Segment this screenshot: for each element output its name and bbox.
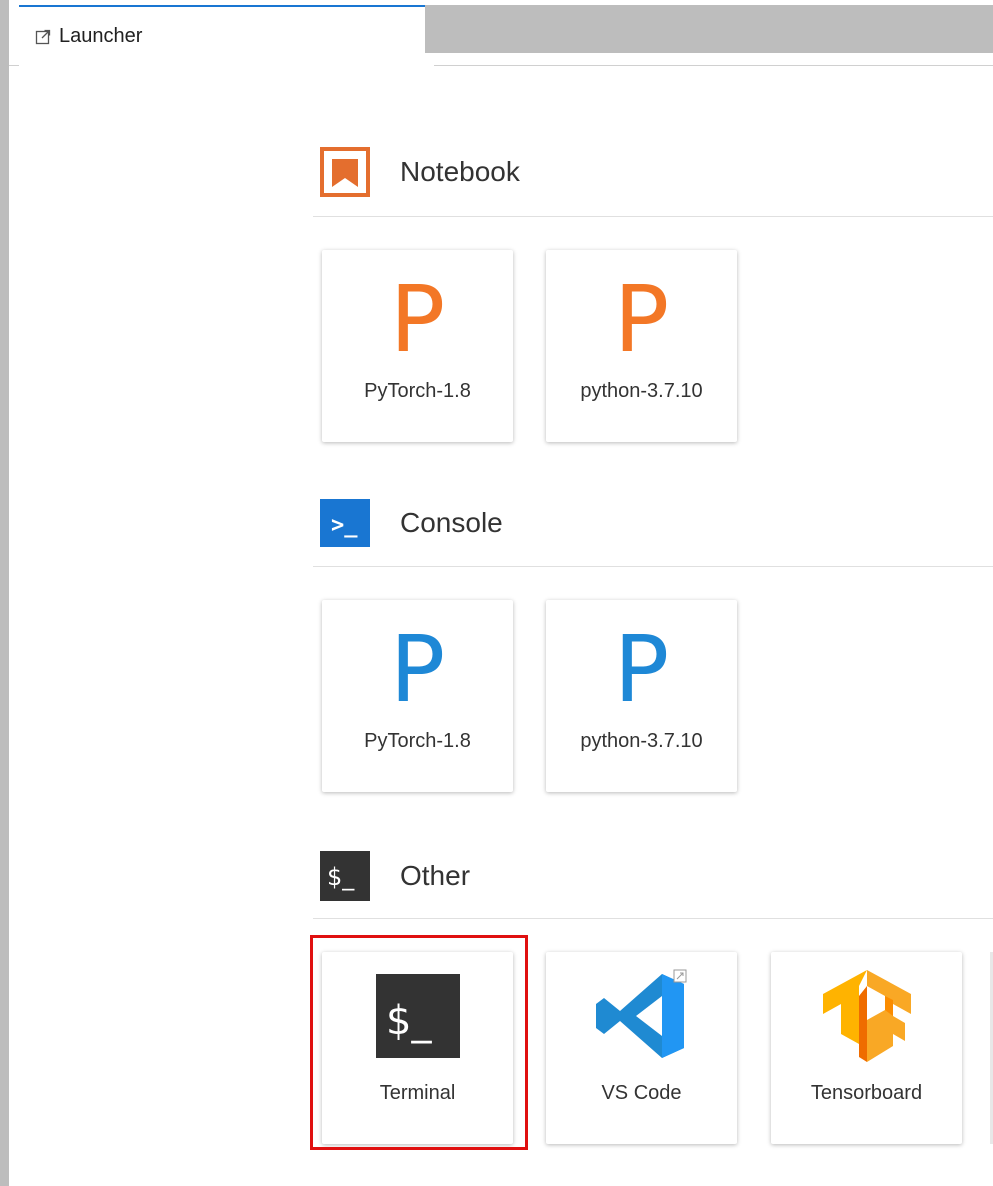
- card-label: python-3.7.10: [580, 730, 703, 752]
- console-card-python[interactable]: P python-3.7.10: [546, 600, 737, 792]
- notebook-card-pytorch[interactable]: P PyTorch-1.8: [322, 250, 513, 442]
- other-card-tensorboard[interactable]: Tensorboard: [771, 952, 962, 1144]
- left-sidebar-edge: [0, 0, 9, 1186]
- python-kernel-icon: P: [389, 616, 446, 723]
- other-divider: [313, 918, 993, 919]
- console-section-title: Console: [400, 507, 503, 538]
- other-card-vscode[interactable]: VS Code: [546, 952, 737, 1144]
- terminal-icon: $_: [320, 851, 370, 901]
- card-label: python-3.7.10: [580, 380, 703, 402]
- other-section-header: $_ Other: [320, 851, 470, 901]
- other-card-terminal[interactable]: $_ Terminal: [322, 952, 513, 1144]
- svg-text:$_: $_: [386, 998, 432, 1044]
- card-label: PyTorch-1.8: [364, 730, 471, 752]
- tab-label: Launcher: [59, 25, 143, 47]
- tab-launcher[interactable]: Launcher: [19, 5, 434, 66]
- console-section-header: >_ Console: [320, 499, 503, 547]
- notebook-icon: [320, 147, 370, 197]
- card-label: Tensorboard: [810, 1082, 923, 1104]
- console-icon: >_: [320, 499, 370, 547]
- console-divider: [313, 566, 993, 567]
- vscode-icon: [595, 969, 686, 1058]
- python-kernel-icon: P: [389, 266, 446, 373]
- notebook-section-header: Notebook: [320, 147, 520, 197]
- notebook-divider: [313, 216, 993, 217]
- card-label: VS Code: [601, 1082, 682, 1104]
- notebook-card-python[interactable]: P python-3.7.10: [546, 250, 737, 442]
- card-label: Terminal: [379, 1082, 456, 1104]
- svg-text:$_: $_: [327, 863, 355, 891]
- python-kernel-icon: P: [613, 266, 670, 373]
- console-card-pytorch[interactable]: P PyTorch-1.8: [322, 600, 513, 792]
- other-section-title: Other: [400, 860, 471, 891]
- tensorflow-icon: [822, 970, 911, 1062]
- tab-bar-empty-area: [425, 5, 993, 53]
- card-label: PyTorch-1.8: [364, 380, 471, 402]
- launch-icon: [35, 29, 51, 44]
- svg-text:>_: >_: [331, 513, 358, 538]
- python-kernel-icon: P: [613, 616, 670, 723]
- terminal-icon: $_: [375, 974, 460, 1058]
- tab-bar: Launcher: [9, 0, 993, 66]
- notebook-section-title: Notebook: [400, 156, 520, 187]
